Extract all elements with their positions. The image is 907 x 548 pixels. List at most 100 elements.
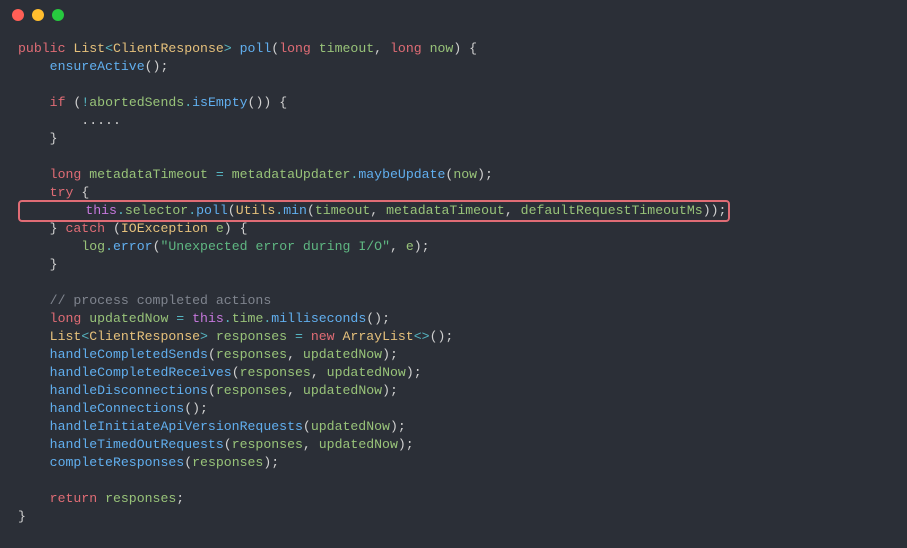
paren: (); xyxy=(145,59,169,74)
code-area[interactable]: public List<ClientResponse> poll(long ti… xyxy=(0,30,907,536)
op: > xyxy=(224,41,240,56)
comma: , xyxy=(287,347,303,362)
fn-completeresponses: completeResponses xyxy=(50,455,185,470)
kw-return: return xyxy=(50,491,105,506)
eq: = xyxy=(168,311,192,326)
semicolon: ; xyxy=(176,491,184,506)
highlighted-line: this.selector.poll(Utils.min(timeout, me… xyxy=(18,200,730,222)
kw-long: long xyxy=(390,41,430,56)
paren: )); xyxy=(703,203,727,218)
comma: , xyxy=(287,383,303,398)
indent xyxy=(18,239,81,254)
fn-handledisconnections: handleDisconnections xyxy=(50,383,208,398)
type-utils: Utils xyxy=(236,203,276,218)
id-selector: selector xyxy=(125,203,188,218)
id-responses: responses xyxy=(216,347,287,362)
indent xyxy=(22,203,85,218)
id-abortedsends: abortedSends xyxy=(89,95,184,110)
id-defaultrequesttimeoutms: defaultRequestTimeoutMs xyxy=(521,203,703,218)
brace: ) { xyxy=(453,41,477,56)
id-metadatatimeout: metadataTimeout xyxy=(386,203,505,218)
comma: , xyxy=(311,365,327,380)
id-log: log xyxy=(81,239,105,254)
brace: } xyxy=(18,509,26,524)
paren: ) { xyxy=(224,221,248,236)
indent xyxy=(18,455,50,470)
fn-maybeupdate: maybeUpdate xyxy=(358,167,445,182)
paren: (); xyxy=(430,329,454,344)
indent xyxy=(18,95,50,110)
dot: . xyxy=(275,203,283,218)
fn-handletimedoutrequests: handleTimedOutRequests xyxy=(50,437,224,452)
type-cr: ClientResponse xyxy=(89,329,200,344)
code-window: { "t": { "l1_public":"public ","l1_List"… xyxy=(0,0,907,548)
type-list: List xyxy=(50,329,82,344)
fn-handleconnections: handleConnections xyxy=(50,401,185,416)
indent xyxy=(18,329,50,344)
minimize-icon[interactable] xyxy=(32,9,44,21)
id-time: time xyxy=(232,311,264,326)
kw-long: long xyxy=(279,41,319,56)
brace: } xyxy=(18,257,58,272)
indent xyxy=(18,365,50,380)
type-arraylist: ArrayList xyxy=(343,329,414,344)
comma: , xyxy=(303,437,319,452)
id-now: now xyxy=(453,167,477,182)
comma: , xyxy=(505,203,521,218)
fn-poll: poll xyxy=(196,203,228,218)
dot: . xyxy=(188,203,196,218)
fn-ensureactive: ensureActive xyxy=(50,59,145,74)
indent xyxy=(18,419,50,434)
dot: . xyxy=(184,95,192,110)
id-responses: responses xyxy=(192,455,263,470)
kw-catch: catch xyxy=(65,221,112,236)
comma: , xyxy=(390,239,406,254)
ellipsis: ..... xyxy=(18,113,121,128)
id-updatednow: updatedNow xyxy=(303,347,382,362)
kw-if: if xyxy=(50,95,74,110)
fn-handlecompletedsends: handleCompletedSends xyxy=(50,347,208,362)
id-e: e xyxy=(406,239,414,254)
fn-poll: poll xyxy=(240,41,272,56)
id-responses: responses xyxy=(105,491,176,506)
id-responses: responses xyxy=(216,329,287,344)
id-metadataupdater: metadataUpdater xyxy=(232,167,351,182)
paren: ); xyxy=(398,437,414,452)
kw-long: long xyxy=(50,311,90,326)
fn-handlecompletedreceives: handleCompletedReceives xyxy=(50,365,232,380)
close-icon[interactable] xyxy=(12,9,24,21)
id-metadatatimeout: metadataTimeout xyxy=(89,167,208,182)
param-timeout: timeout xyxy=(319,41,374,56)
maximize-icon[interactable] xyxy=(52,9,64,21)
paren: ( xyxy=(228,203,236,218)
type-ioexception: IOException xyxy=(121,221,216,236)
paren: ( xyxy=(307,203,315,218)
indent xyxy=(18,401,50,416)
paren: ()) { xyxy=(248,95,288,110)
fn-handleinitiateapiversionrequests: handleInitiateApiVersionRequests xyxy=(50,419,303,434)
indent xyxy=(18,167,50,182)
fn-milliseconds: milliseconds xyxy=(271,311,366,326)
kw-new: new xyxy=(311,329,343,344)
paren: ); xyxy=(477,167,493,182)
id-responses: responses xyxy=(232,437,303,452)
paren: ( xyxy=(271,41,279,56)
paren: ( xyxy=(208,347,216,362)
paren: ); xyxy=(382,383,398,398)
paren: ( xyxy=(208,383,216,398)
fn-min: min xyxy=(283,203,307,218)
kw-public: public xyxy=(18,41,73,56)
kw-this: this xyxy=(85,203,117,218)
indent xyxy=(18,437,50,452)
indent xyxy=(18,59,50,74)
id-updatednow: updatedNow xyxy=(319,437,398,452)
paren: ); xyxy=(382,347,398,362)
op: < xyxy=(105,41,113,56)
id-responses: responses xyxy=(240,365,311,380)
indent xyxy=(18,293,50,308)
diamond: <> xyxy=(414,329,430,344)
id-timeout: timeout xyxy=(315,203,370,218)
kw-this: this xyxy=(192,311,224,326)
paren: ( xyxy=(184,455,192,470)
kw-try: try xyxy=(50,185,82,200)
